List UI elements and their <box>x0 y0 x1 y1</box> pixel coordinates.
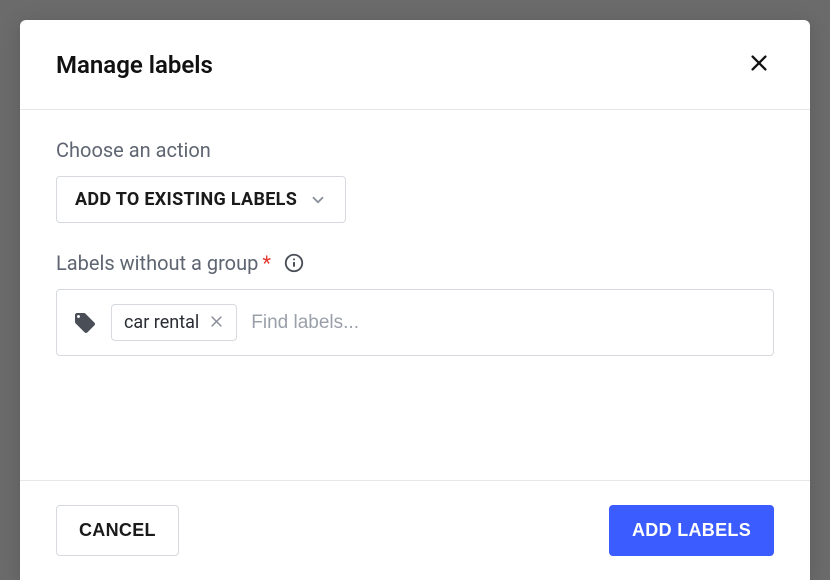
find-labels-input[interactable] <box>251 312 757 334</box>
label-chip: car rental <box>111 304 237 341</box>
chip-label: car rental <box>124 312 199 333</box>
dropdown-selected-value: ADD TO EXISTING LABELS <box>75 189 297 210</box>
labels-label-text: Labels without a group <box>56 251 258 275</box>
close-icon <box>209 314 224 332</box>
required-indicator: * <box>262 251 271 275</box>
chevron-down-icon <box>309 191 327 209</box>
close-button[interactable] <box>744 48 774 81</box>
action-dropdown[interactable]: ADD TO EXISTING LABELS <box>56 176 346 223</box>
add-labels-button[interactable]: ADD LABELS <box>609 505 774 556</box>
chip-remove-button[interactable] <box>209 314 224 332</box>
action-label-text: Choose an action <box>56 138 211 162</box>
modal-footer: CANCEL ADD LABELS <box>20 480 810 580</box>
cancel-button[interactable]: CANCEL <box>56 505 179 556</box>
tag-icon <box>73 311 97 335</box>
action-field-label: Choose an action <box>56 138 774 162</box>
modal-title: Manage labels <box>56 51 213 79</box>
modal-body: Choose an action ADD TO EXISTING LABELS … <box>20 110 810 480</box>
modal-header: Manage labels <box>20 20 810 110</box>
info-icon[interactable] <box>283 252 305 274</box>
manage-labels-modal: Manage labels Choose an action ADD TO EX… <box>20 20 810 580</box>
labels-input-container[interactable]: car rental <box>56 289 774 356</box>
labels-field-label: Labels without a group* <box>56 251 774 275</box>
close-icon <box>748 52 770 77</box>
